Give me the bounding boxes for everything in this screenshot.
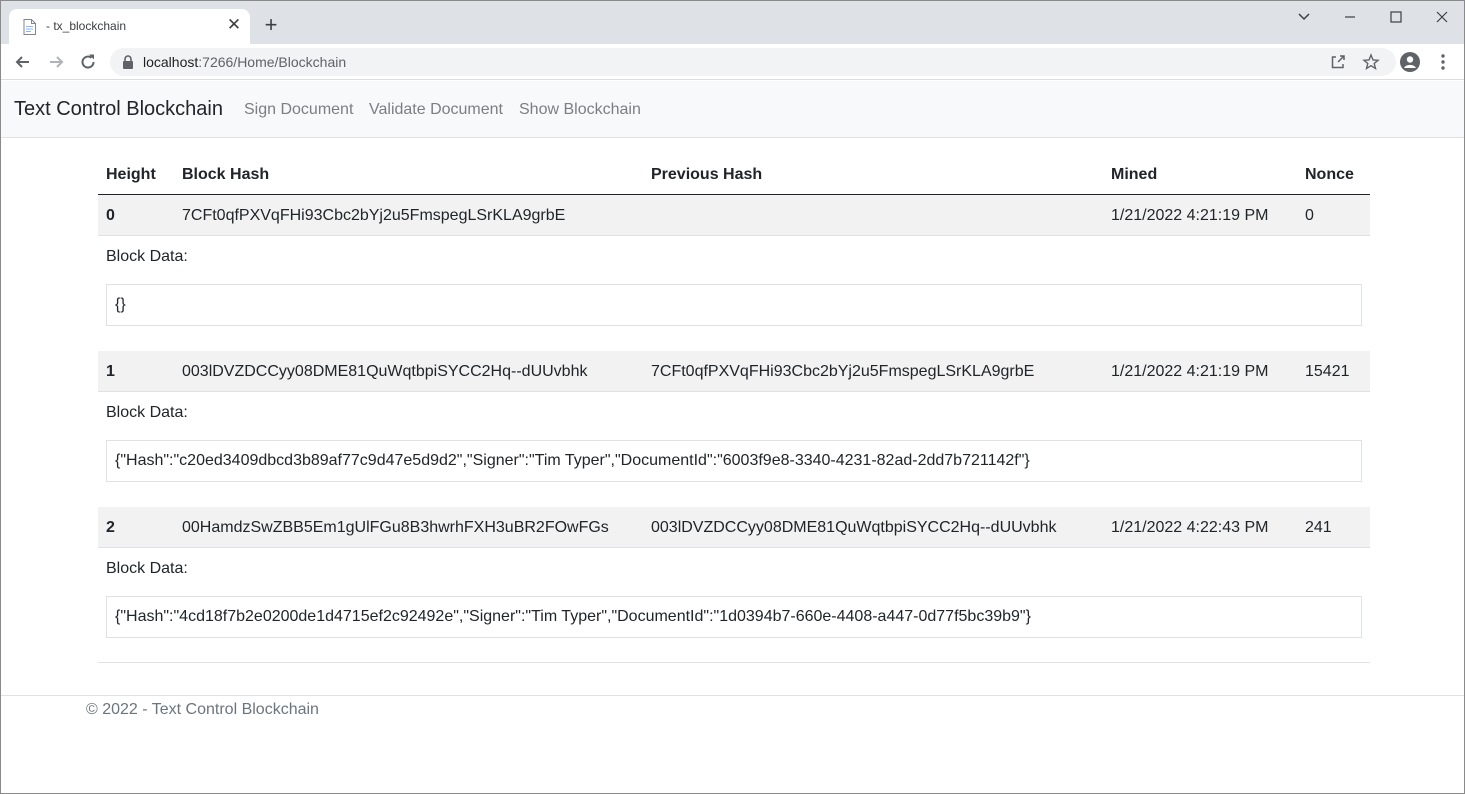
document-icon [23, 19, 36, 35]
reload-icon[interactable] [78, 52, 98, 72]
site-navbar: Text Control Blockchain Sign Document Va… [1, 81, 1464, 138]
previous-hash: 7CFt0qfPXVqFHi93Cbc2bYj2u5FmspegLSrKLA9g… [651, 363, 1035, 380]
minimize-icon[interactable] [1340, 9, 1360, 25]
block-data-section: Block Data: {"Hash":"4cd18f7b2e0200de1d4… [98, 548, 1370, 663]
nonce: 241 [1305, 519, 1332, 536]
url-text[interactable]: localhost:7266/Home/Blockchain [143, 54, 346, 70]
block-data-label: Block Data: [106, 560, 188, 577]
browser-toolbar: localhost:7266/Home/Blockchain [1, 44, 1464, 80]
block-hash: 003lDVZDCCyy08DME81QuWqtbpiSYCC2Hq--dUUv… [182, 363, 588, 380]
block-hash: 7CFt0qfPXVqFHi93Cbc2bYj2u5FmspegLSrKLA9g… [182, 207, 566, 224]
nonce: 15421 [1305, 363, 1350, 380]
block-data-label: Block Data: [106, 248, 188, 265]
block-data-value: {"Hash":"c20ed3409dbcd3b89af77c9d47e5d9d… [106, 440, 1362, 482]
mined-time: 1/21/2022 4:22:43 PM [1111, 519, 1269, 536]
address-bar[interactable]: localhost:7266/Home/Blockchain [110, 48, 1396, 76]
block-data-value: {} [106, 284, 1362, 326]
block-data-value: {"Hash":"4cd18f7b2e0200de1d4715ef2c92492… [106, 596, 1362, 638]
header-nonce: Nonce [1305, 166, 1354, 183]
table-bottom-divider [98, 662, 1370, 663]
maximize-icon[interactable] [1386, 9, 1406, 25]
block-data-label: Block Data: [106, 404, 188, 421]
header-mined: Mined [1111, 166, 1158, 183]
mined-time: 1/21/2022 4:21:19 PM [1111, 363, 1269, 380]
nonce: 0 [1305, 207, 1314, 224]
table-row: 1 003lDVZDCCyy08DME81QuWqtbpiSYCC2Hq--dU… [98, 351, 1370, 392]
close-tab-icon[interactable]: ✕ [226, 16, 242, 34]
header-height: Height [106, 166, 156, 183]
block-height: 2 [106, 519, 115, 536]
block-height: 1 [106, 363, 115, 380]
table-header: Height Block Hash Previous Hash Mined No… [98, 156, 1370, 195]
nav-link-sign-document[interactable]: Sign Document [244, 101, 353, 119]
back-arrow-icon[interactable] [13, 52, 33, 72]
block-data-section: Block Data: {} [98, 236, 1370, 351]
nav-link-show-blockchain[interactable]: Show Blockchain [519, 101, 641, 119]
chevron-down-icon[interactable] [1294, 9, 1314, 25]
star-icon[interactable] [1362, 53, 1380, 71]
brand-link[interactable]: Text Control Blockchain [14, 98, 223, 121]
mined-time: 1/21/2022 4:21:19 PM [1111, 207, 1269, 224]
close-window-icon[interactable] [1432, 9, 1452, 25]
lock-icon[interactable] [122, 55, 134, 69]
url-path: :7266/Home/Blockchain [198, 54, 347, 70]
table-row: 0 7CFt0qfPXVqFHi93Cbc2bYj2u5FmspegLSrKLA… [98, 195, 1370, 236]
nav-link-validate-document[interactable]: Validate Document [369, 101, 503, 119]
share-icon[interactable] [1329, 53, 1347, 71]
block-height: 0 [106, 207, 115, 224]
header-block-hash: Block Hash [182, 166, 270, 183]
table-row: 2 00HamdzSwZBB5Em1gUlFGu8B3hwrhFXH3uBR2F… [98, 507, 1370, 548]
block-data-section: Block Data: {"Hash":"c20ed3409dbcd3b89af… [98, 392, 1370, 507]
forward-arrow-icon[interactable] [46, 52, 66, 72]
more-options-icon[interactable] [1433, 52, 1453, 72]
blockchain-table: Height Block Hash Previous Hash Mined No… [98, 156, 1370, 663]
new-tab-button[interactable]: + [261, 14, 281, 36]
block-hash: 00HamdzSwZBB5Em1gUlFGu8B3hwrhFXH3uBR2FOw… [182, 519, 609, 536]
previous-hash: 003lDVZDCCyy08DME81QuWqtbpiSYCC2Hq--dUUv… [651, 519, 1057, 536]
browser-tab[interactable]: - tx_blockchain ✕ [9, 9, 250, 44]
site-footer: © 2022 - Text Control Blockchain [1, 695, 1464, 793]
footer-copyright: © 2022 - Text Control Blockchain [86, 701, 319, 718]
tab-title: - tx_blockchain [46, 19, 127, 33]
profile-avatar-icon[interactable] [1400, 52, 1420, 72]
browser-tabstrip: - tx_blockchain ✕ + [1, 1, 1464, 44]
header-previous-hash: Previous Hash [651, 166, 763, 183]
url-host: localhost [143, 54, 199, 70]
